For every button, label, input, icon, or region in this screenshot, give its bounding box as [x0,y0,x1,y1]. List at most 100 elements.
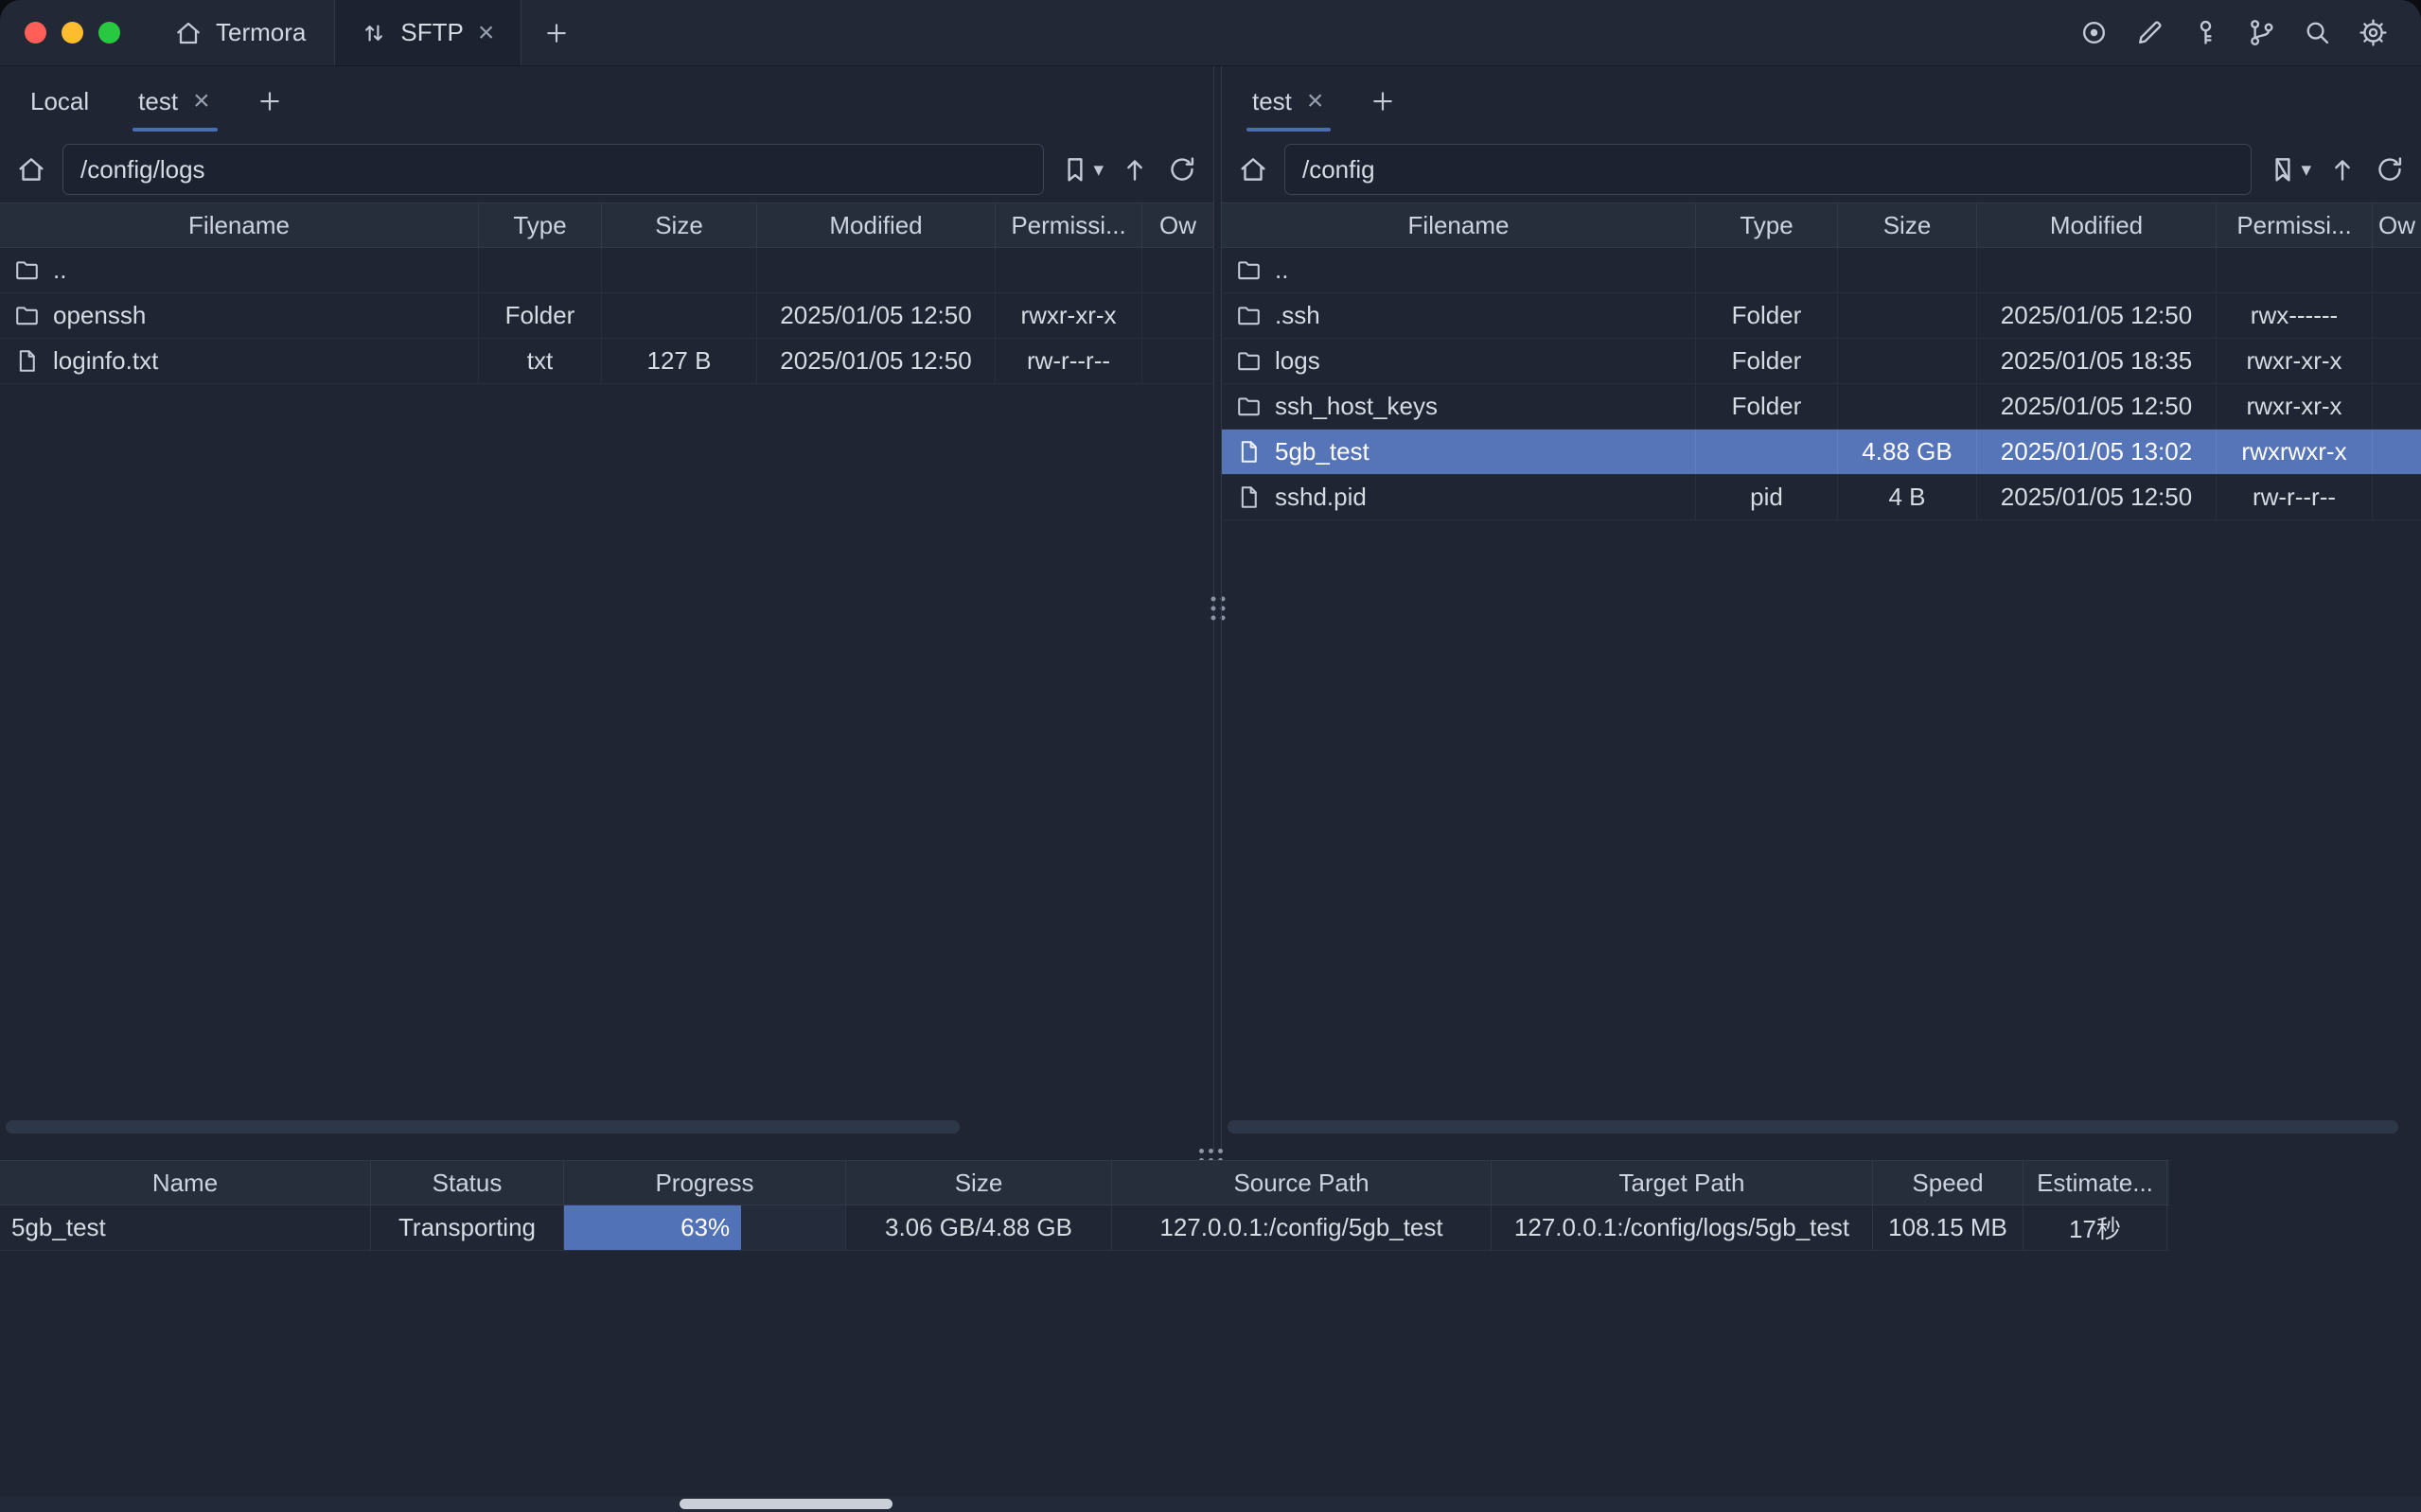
pane-tab-test-left[interactable]: test × [114,66,236,136]
transfer-panel-splitter[interactable] [0,1151,2421,1160]
file-owner [2373,293,2421,338]
pane-tab-test-right[interactable]: test × [1228,66,1350,136]
bottom-scrollbar [0,1496,2421,1512]
record-icon[interactable] [2078,17,2110,48]
transfer-size: 3.06 GB/4.88 GB [846,1205,1112,1250]
pane-tab-test-left-label: test [138,87,178,116]
sftp-panes: Local test × ▾ [0,66,2421,1151]
chevron-down-icon[interactable]: ▾ [1093,158,1104,182]
zoom-window-button[interactable] [98,22,120,44]
left-table-header: Filename Type Size Modified Permissi... … [0,202,1213,248]
file-size [1838,293,1977,338]
scrollbar-thumb[interactable] [6,1120,960,1134]
column-header-filename[interactable]: Filename [1222,203,1696,247]
folder-icon [1235,256,1263,284]
minimize-window-button[interactable] [62,22,83,44]
scrollbar-thumb[interactable] [680,1499,892,1509]
column-header-name[interactable]: Name [0,1161,371,1204]
search-icon[interactable] [2302,17,2333,48]
column-header-size[interactable]: Size [1838,203,1977,247]
home-icon[interactable] [1237,153,1269,185]
branch-icon[interactable] [2246,17,2277,48]
folder-icon [1235,302,1263,329]
file-row[interactable]: .. [0,248,1213,293]
file-modified [1977,248,2217,292]
tab-sftp[interactable]: SFTP × [334,0,521,65]
file-row[interactable]: openssh Folder 2025/01/05 12:50 rwxr-xr-… [0,293,1213,339]
file-type: pid [1696,475,1838,519]
column-header-modified[interactable]: Modified [757,203,996,247]
column-header-modified[interactable]: Modified [1977,203,2217,247]
refresh-icon[interactable] [1166,153,1198,185]
column-header-permissions[interactable]: Permissi... [2217,203,2373,247]
file-type: Folder [1696,384,1838,429]
left-bookmark-button[interactable]: ▾ [1059,153,1104,185]
file-owner [2373,339,2421,383]
column-header-speed[interactable]: Speed [1873,1161,2023,1204]
chevron-down-icon[interactable]: ▾ [2301,158,2311,182]
file-modified: 2025/01/05 12:50 [1977,293,2217,338]
file-permissions: rw-r--r-- [996,339,1142,383]
file-row[interactable]: logs Folder 2025/01/05 18:35 rwxr-xr-x [1222,339,2421,384]
column-header-size[interactable]: Size [846,1161,1112,1204]
refresh-icon[interactable] [2374,153,2406,185]
column-header-status[interactable]: Status [371,1161,564,1204]
column-header-permissions[interactable]: Permissi... [996,203,1142,247]
right-bookmark-button[interactable]: ▾ [2267,153,2311,185]
column-header-owner[interactable]: Ow [1142,203,1213,247]
titlebar: Termora SFTP × [0,0,2421,66]
scrollbar-thumb[interactable] [1228,1120,2398,1134]
up-directory-icon[interactable] [2326,153,2359,185]
right-path-input[interactable] [1284,144,2252,195]
file-size [1838,248,1977,292]
file-modified [757,248,996,292]
column-header-type[interactable]: Type [1696,203,1838,247]
file-modified: 2025/01/05 18:35 [1977,339,2217,383]
column-header-source-path[interactable]: Source Path [1112,1161,1492,1204]
file-row[interactable]: .. [1222,248,2421,293]
transfer-progress-label: 63% [680,1213,730,1242]
close-window-button[interactable] [25,22,46,44]
file-name: ssh_host_keys [1275,392,1438,421]
file-name: loginfo.txt [53,346,158,376]
new-tab-button[interactable] [521,0,592,65]
close-icon[interactable]: × [191,87,212,115]
transfer-progress-fill: 63% [564,1205,741,1250]
column-header-target-path[interactable]: Target Path [1492,1161,1873,1204]
transfer-row[interactable]: 5gb_test Transporting 63% 3.06 GB/4.88 G… [0,1205,2169,1251]
file-size: 127 B [602,339,757,383]
column-header-size[interactable]: Size [602,203,757,247]
left-path-input[interactable] [62,144,1044,195]
column-header-estimate[interactable]: Estimate... [2023,1161,2167,1204]
up-directory-icon[interactable] [1119,153,1151,185]
home-icon[interactable] [15,153,47,185]
file-icon [13,347,41,375]
pane-tab-local[interactable]: Local [6,66,114,136]
right-new-session-button[interactable] [1350,87,1416,115]
column-header-filename[interactable]: Filename [0,203,479,247]
close-icon[interactable]: × [1305,87,1326,115]
folder-icon [1235,347,1263,375]
column-header-type[interactable]: Type [479,203,602,247]
column-header-owner[interactable]: Ow [2373,203,2421,247]
left-new-session-button[interactable] [237,87,303,115]
file-row[interactable]: .ssh Folder 2025/01/05 12:50 rwx------ [1222,293,2421,339]
file-row[interactable]: ssh_host_keys Folder 2025/01/05 12:50 rw… [1222,384,2421,430]
folder-icon [13,256,41,284]
file-size: 4.88 GB [1838,430,1977,474]
file-row[interactable]: loginfo.txt txt 127 B 2025/01/05 12:50 r… [0,339,1213,384]
gear-icon[interactable] [2358,17,2389,48]
plus-icon [256,87,284,115]
pane-splitter[interactable] [1214,66,1221,1151]
key-icon[interactable] [2190,17,2221,48]
home-icon [173,18,203,48]
column-header-progress[interactable]: Progress [564,1161,846,1204]
edit-icon[interactable] [2134,17,2165,48]
file-size [1838,384,1977,429]
file-icon [1235,483,1263,511]
file-row[interactable]: sshd.pid pid 4 B 2025/01/05 12:50 rw-r--… [1222,475,2421,520]
close-icon[interactable]: × [476,19,497,47]
file-row-selected[interactable]: 5gb_test 4.88 GB 2025/01/05 13:02 rwxrwx… [1222,430,2421,475]
tab-termora[interactable]: Termora [145,0,334,65]
right-table-header: Filename Type Size Modified Permissi... … [1222,202,2421,248]
